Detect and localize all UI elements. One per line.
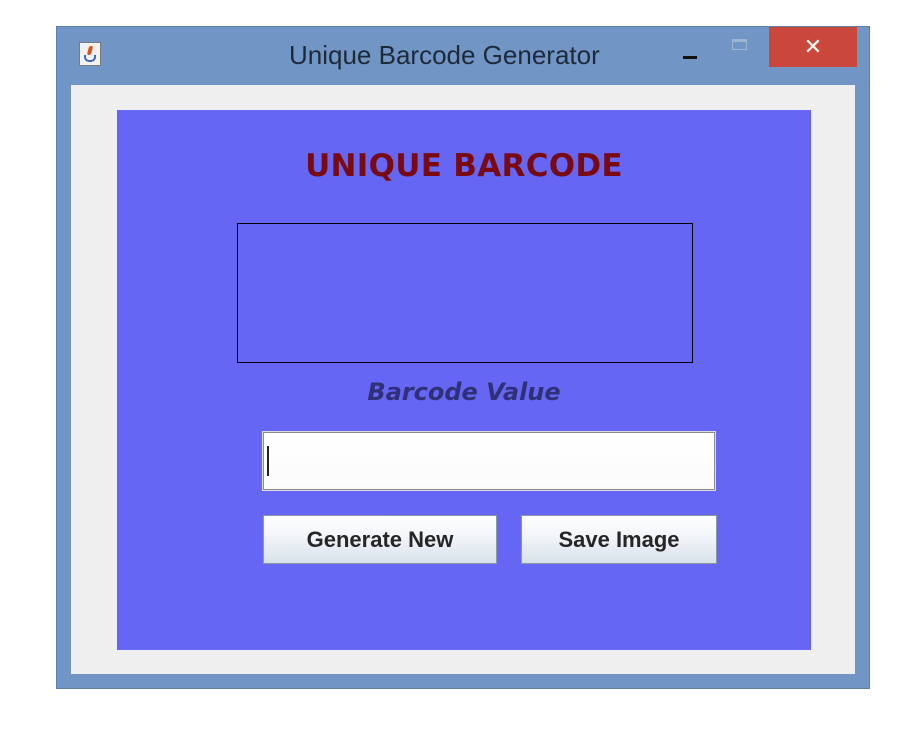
minimize-button[interactable]	[679, 43, 705, 69]
text-caret	[267, 446, 269, 476]
java-coffee-cup-icon[interactable]	[79, 42, 101, 66]
title-bar[interactable]: Unique Barcode Generator ✕	[57, 27, 869, 85]
barcode-value-input[interactable]	[263, 432, 715, 490]
coffee-cup-shape	[84, 55, 96, 62]
generate-new-button[interactable]: Generate New	[263, 515, 497, 564]
barcode-panel: UNIQUE BARCODE Barcode Value Generate Ne…	[117, 110, 811, 650]
coffee-steam-shape	[86, 46, 94, 55]
window-title: Unique Barcode Generator	[289, 40, 600, 70]
window-content: UNIQUE BARCODE Barcode Value Generate Ne…	[71, 85, 855, 674]
maximize-button[interactable]	[729, 35, 755, 57]
page-title: UNIQUE BARCODE	[305, 148, 623, 184]
save-image-button[interactable]: Save Image	[521, 515, 717, 564]
minimize-icon	[683, 56, 697, 59]
app-window: Unique Barcode Generator ✕ UNIQUE BARCOD…	[56, 26, 870, 689]
close-button[interactable]: ✕	[769, 27, 857, 67]
barcode-display-area	[237, 223, 693, 363]
maximize-icon	[732, 39, 747, 50]
barcode-value-label: Barcode Value	[367, 378, 561, 406]
